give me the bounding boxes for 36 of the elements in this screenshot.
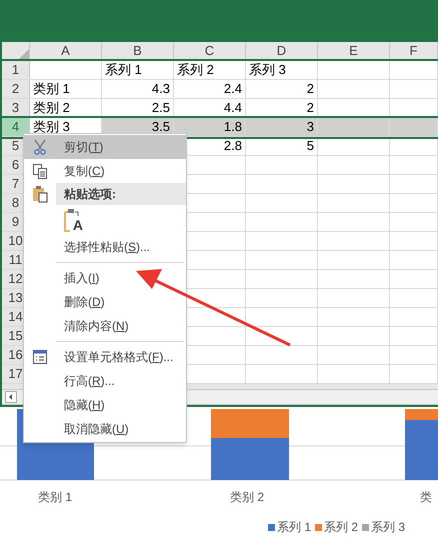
row-header[interactable]: 3 (2, 99, 30, 117)
table-cell: 系列 3 (246, 61, 318, 79)
legend-label: 系列 2 (324, 519, 358, 536)
column-header[interactable]: D (246, 42, 318, 59)
scissors-icon (32, 139, 48, 155)
table-cell: 类别 1 (30, 80, 102, 98)
table-cell: 系列 2 (174, 61, 246, 79)
paste-options-heading: 粘贴选项: (56, 183, 186, 205)
legend-label: 系列 3 (371, 519, 406, 536)
format-cells-icon (32, 349, 48, 365)
clipboard-icon (32, 185, 48, 203)
column-header[interactable]: C (174, 42, 246, 59)
row-header[interactable]: 4 (2, 118, 30, 136)
table-cell: 3 (246, 118, 318, 136)
scroll-left-icon[interactable] (5, 391, 17, 403)
category-label: 类 (420, 489, 432, 506)
column-header[interactable]: F (390, 42, 438, 59)
legend-label: 系列 1 (277, 519, 312, 536)
table-cell: 5 (246, 137, 318, 155)
table-cell: 4.3 (102, 80, 174, 98)
copy-icon (32, 163, 48, 179)
table-cell: 系列 1 (102, 61, 174, 79)
context-menu-item[interactable]: 取消隐藏(U) (24, 417, 186, 441)
category-label: 类别 2 (230, 489, 264, 506)
category-label: 类别 1 (38, 489, 72, 506)
column-header[interactable]: E (318, 42, 390, 59)
column-header[interactable]: B (102, 42, 174, 59)
row-header[interactable]: 1 (2, 61, 30, 79)
table-cell: 2 (246, 80, 318, 98)
select-all-icon[interactable] (19, 49, 29, 59)
context-menu-item[interactable]: 隐藏(H) (24, 393, 186, 417)
context-menu-item[interactable]: 剪切(T) (24, 135, 186, 159)
row-header[interactable]: 2 (2, 80, 30, 98)
column-header[interactable]: A (30, 42, 102, 59)
paste-keep-text-button[interactable]: A (64, 208, 84, 232)
table-cell: 2.4 (174, 80, 246, 98)
